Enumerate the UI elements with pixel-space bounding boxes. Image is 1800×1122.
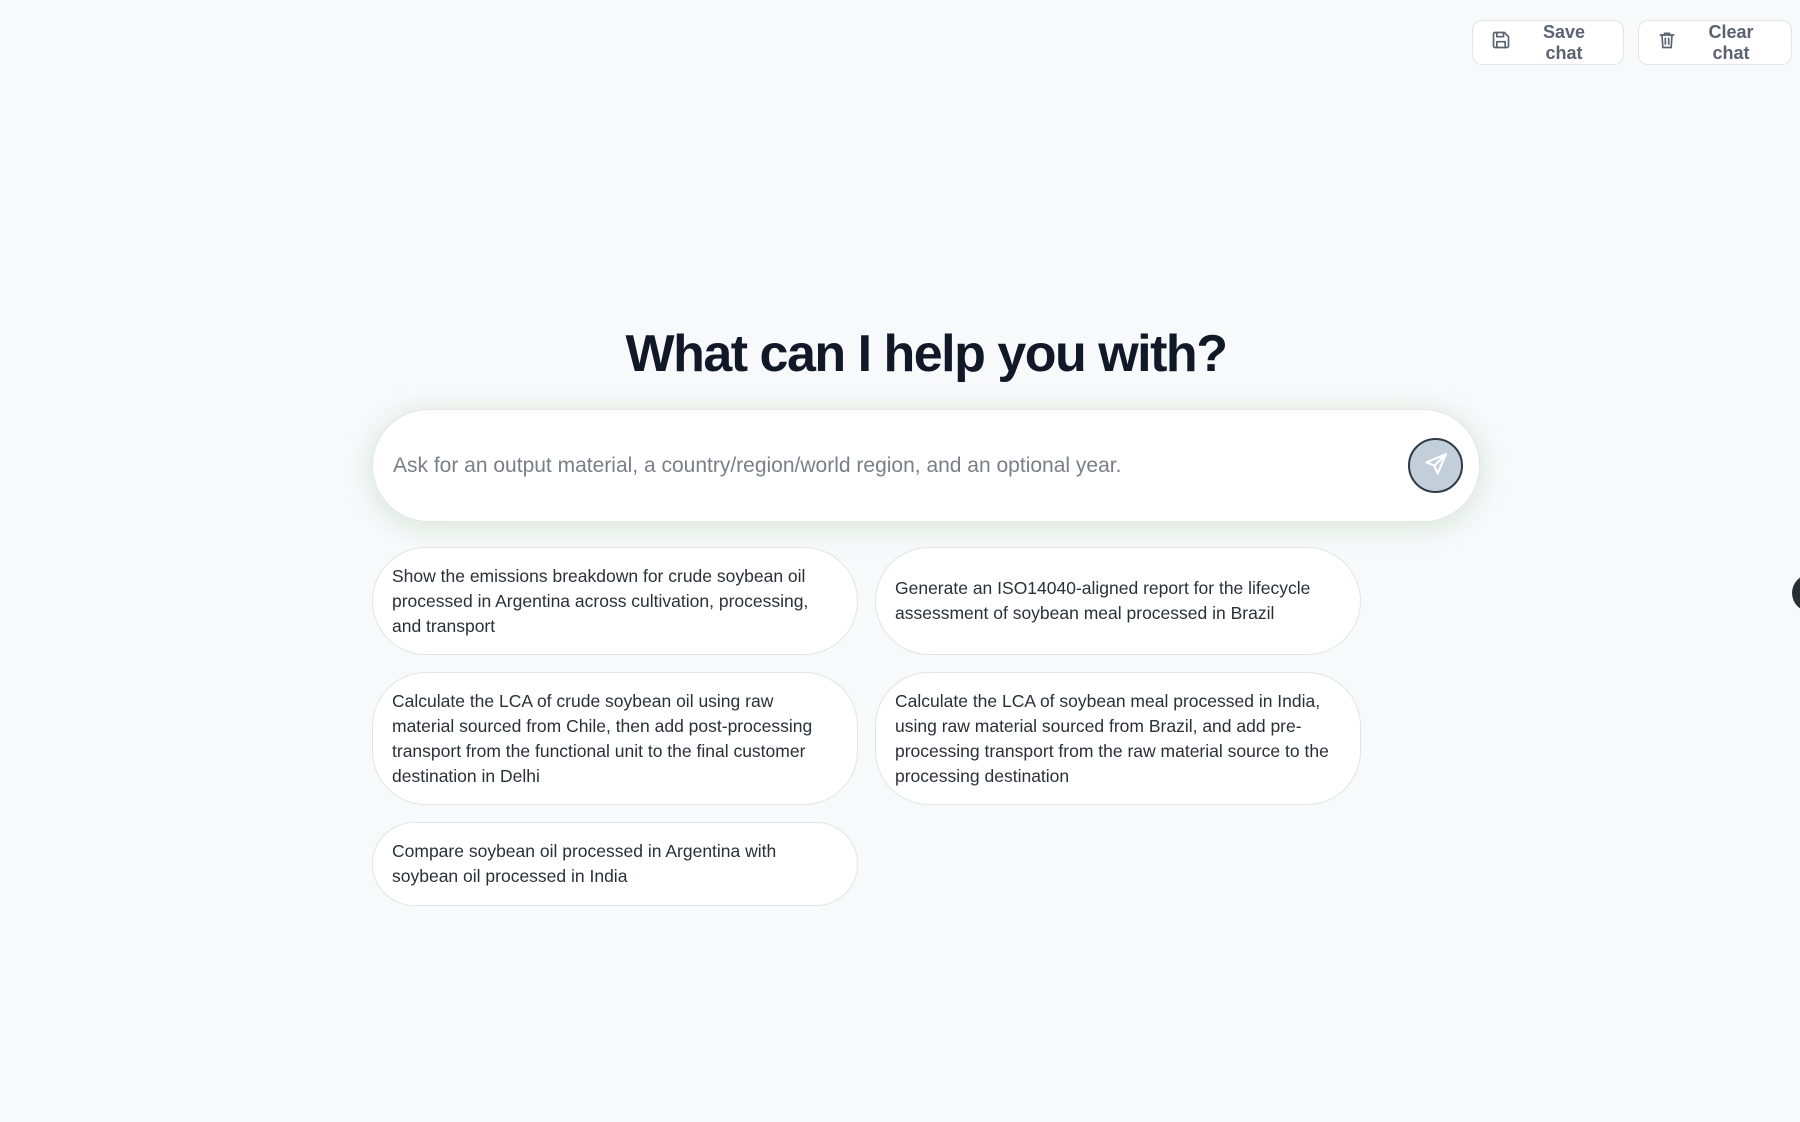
floppy-disk-icon xyxy=(1491,30,1511,55)
suggestion-text: Calculate the LCA of soybean meal proces… xyxy=(895,690,1329,786)
suggestion-chip[interactable]: Show the emissions breakdown for crude s… xyxy=(372,547,858,655)
suggestion-text: Calculate the LCA of crude soybean oil u… xyxy=(392,690,813,786)
clear-chat-button[interactable]: Clear chat xyxy=(1638,20,1792,65)
suggestion-chip[interactable]: Calculate the LCA of crude soybean oil u… xyxy=(372,672,858,805)
send-button[interactable] xyxy=(1408,438,1463,493)
suggestion-chip[interactable]: Generate an ISO14040-aligned report for … xyxy=(875,547,1361,655)
suggestion-text: Compare soybean oil processed in Argenti… xyxy=(392,841,777,886)
save-chat-button[interactable]: Save chat xyxy=(1472,20,1624,65)
page-title: What can I help you with? xyxy=(625,325,1228,383)
trash-icon xyxy=(1657,30,1677,55)
save-chat-label: Save chat xyxy=(1542,21,1586,63)
top-toolbar: Save chat Clear chat xyxy=(1472,20,1792,65)
chat-page: Save chat Clear chat What can I help you… xyxy=(0,0,1800,1122)
paper-plane-icon xyxy=(1423,451,1449,480)
search-bar xyxy=(372,409,1480,522)
chat-input[interactable] xyxy=(393,453,1408,478)
suggestion-chip[interactable]: Calculate the LCA of soybean meal proces… xyxy=(875,672,1361,805)
suggestion-chip[interactable]: Compare soybean oil processed in Argenti… xyxy=(372,822,858,906)
suggestion-text: Show the emissions breakdown for crude s… xyxy=(392,565,809,636)
clear-chat-label: Clear chat xyxy=(1708,21,1754,63)
side-panel-handle[interactable] xyxy=(1792,574,1800,612)
suggestion-text: Generate an ISO14040-aligned report for … xyxy=(895,578,1311,623)
